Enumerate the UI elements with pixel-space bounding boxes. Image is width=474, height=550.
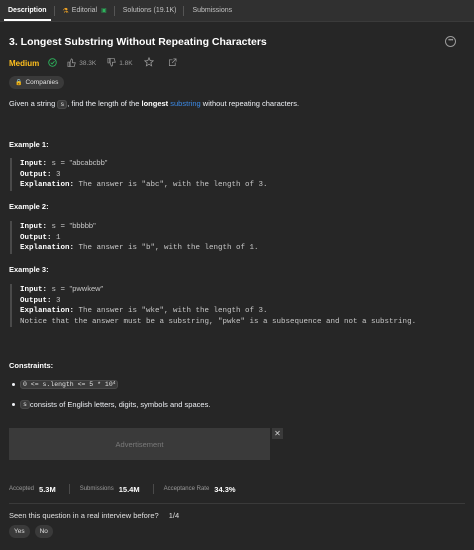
explanation-note: Notice that the answer must be a substri… [20,317,417,326]
difficulty-badge: Medium [9,58,40,68]
explanation-text: The answer is "abc", with the length of … [78,181,268,189]
description-panel: 3. Longest Substring Without Repeating C… [0,22,474,550]
explanation-text: The answer is "wke", with the length of … [78,307,268,315]
dislike-button[interactable]: 1.8K [107,57,133,69]
like-count: 38.3K [79,59,97,67]
tab-bar: Description ⚗ Editorial ▣ Solutions (19.… [0,0,474,22]
lock-icon: 🔒 [15,80,23,86]
share-button[interactable] [168,58,180,69]
output-label: Output: [20,296,52,305]
constraints-title: Constraints: [9,361,54,370]
explanation-label: Explanation: [20,181,75,189]
input-prefix: s = [51,160,70,168]
yes-button[interactable]: Yes [9,525,30,538]
example-title: Example 2: [9,202,49,211]
acceptance-rate-label: Acceptance Rate [163,486,210,492]
input-prefix: s = [51,223,70,231]
input-value: "bbbbb" [69,221,96,230]
problem-meta: Medium 38.3K 1.8K [9,56,191,69]
input-label: Input: [20,160,48,168]
explanation-label: Explanation: [20,244,75,252]
bullet [12,382,15,386]
desc-code: s [57,100,68,109]
input-value: "pwwkew" [69,284,104,293]
explanation-label: Explanation: [20,307,75,315]
thumbs-up-icon [67,58,76,69]
video-icon: ▣ [101,8,107,14]
problem-title: 3. Longest Substring Without Repeating C… [9,36,267,48]
share-icon [168,58,177,69]
example-block: Input: s = "bbbbb" Output: 1 Explanation… [10,221,465,254]
bullet [12,402,15,406]
stat-divider [152,484,154,494]
constraint-exponent: 4 [112,380,116,386]
substring-link[interactable]: substring [170,99,200,108]
stats-bar: Accepted 5.3M Submissions 15.4M Acceptan… [9,483,249,495]
interview-count: 1/4 [168,510,180,520]
tab-submissions-label: Submissions [192,7,233,14]
solved-check-icon [48,57,57,69]
desc-prefix: Given a string [9,99,58,108]
divider [9,503,465,504]
input-prefix: s = [51,286,70,294]
constraint-code-text: 0 <= s.length <= 5 * 10 [23,380,113,388]
example-title: Example 3: [9,265,49,274]
output-value: 1 [56,233,61,242]
companies-tag[interactable]: 🔒 Companies [9,76,65,89]
example-block: Input: s = "abcabcbb" Output: 3 Explanat… [10,158,465,191]
advertisement[interactable]: Advertisement [9,428,270,460]
no-button[interactable]: No [34,525,53,538]
tab-solutions-label: Solutions (19.1K) [122,7,177,14]
input-label: Input: [20,223,48,231]
close-ad-icon[interactable]: ✕ [272,428,283,439]
explanation-text: The answer is "b", with the length of 1. [78,244,259,252]
thumbs-down-icon [107,57,116,69]
desc-suffix: without repeating characters. [200,99,300,108]
tab-solutions[interactable]: Solutions (19.1K) [115,0,185,21]
tab-editorial-label: Editorial [71,7,98,14]
output-value: 3 [56,170,61,179]
constraint-item: 0 <= s.length <= 5 * 104 [12,378,210,390]
example-title: Example 1: [9,140,49,149]
input-value: "abcabcbb" [69,158,108,167]
tab-editorial[interactable]: ⚗ Editorial ▣ [55,0,115,21]
example-block: Input: s = "pwwkew" Output: 3 Explanatio… [10,284,465,327]
submissions-label: Submissions [79,486,114,492]
companies-label: Companies [25,79,59,86]
interview-question-text: Seen this question in a real interview b… [9,510,159,520]
desc-bold: longest [141,99,169,108]
submissions-value: 15.4M [118,484,140,494]
constraint-item: s consists of English letters, digits, s… [12,398,210,410]
accepted-value: 5.3M [39,484,56,494]
tab-submissions[interactable]: Submissions [184,0,240,21]
tab-description[interactable]: Description [0,0,55,21]
output-label: Output: [20,170,52,179]
problem-description: Given a string s, find the length of the… [9,99,300,109]
interview-question: Seen this question in a real interview b… [9,509,179,521]
constraints-list: 0 <= s.length <= 5 * 104 s consists of E… [12,378,210,418]
accepted-label: Accepted [9,486,35,492]
star-icon [143,56,154,69]
advertisement-label: Advertisement [115,439,164,449]
more-options-icon[interactable]: ••• [445,36,456,47]
dislike-count: 1.8K [119,59,133,67]
like-button[interactable]: 38.3K [67,58,96,69]
favorite-button[interactable] [143,56,157,69]
input-label: Input: [20,286,48,294]
constraint-text: consists of English letters, digits, sym… [29,399,211,409]
flask-icon: ⚗ [62,7,69,15]
tab-description-label: Description [8,7,47,14]
interview-buttons: Yes No [9,525,58,538]
output-label: Output: [20,233,52,242]
desc-mid: , find the length of the [67,99,142,108]
constraint-code: s [20,399,30,409]
stat-divider [68,484,70,494]
output-value: 3 [56,296,61,305]
constraint-code: 0 <= s.length <= 5 * 104 [20,379,119,389]
acceptance-rate-value: 34.3% [214,484,236,494]
